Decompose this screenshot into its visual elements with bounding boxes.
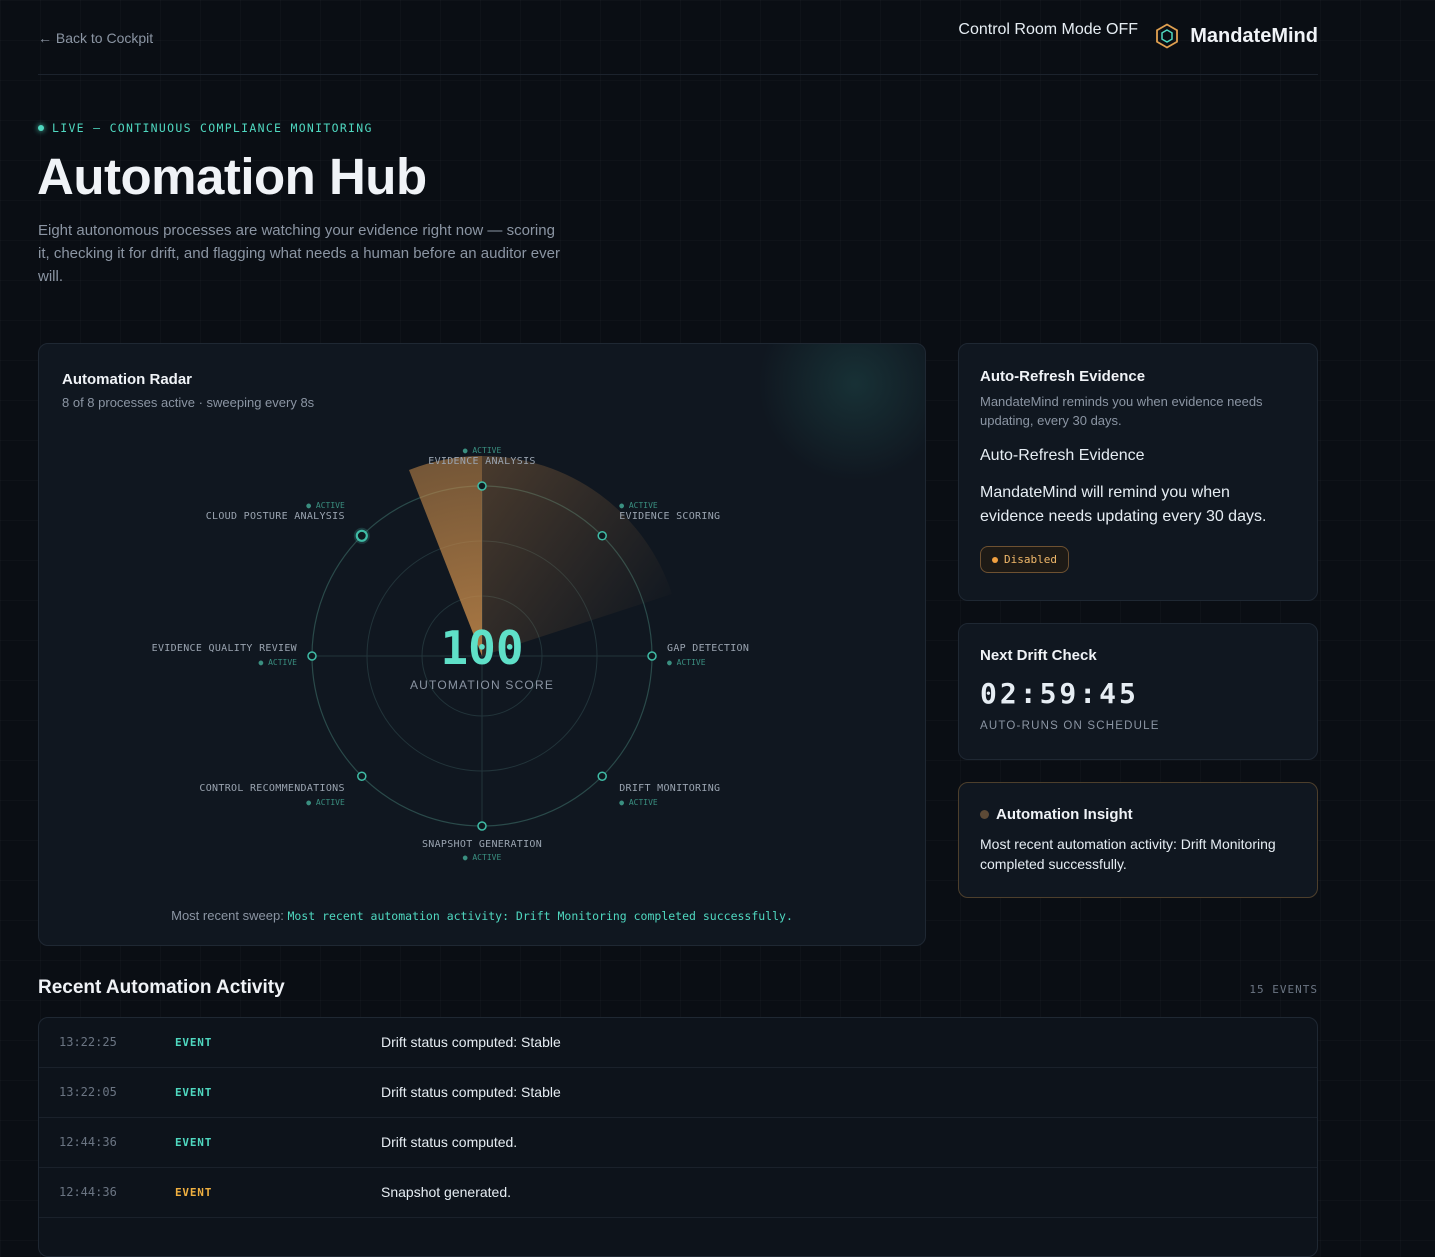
live-dot bbox=[38, 125, 44, 131]
auto-refresh-status-toggle[interactable]: Disabled bbox=[980, 546, 1069, 573]
next-drift-check-card: Next Drift Check 02:59:45 AUTO-RUNS ON S… bbox=[958, 623, 1318, 760]
control-room-mode-toggle[interactable]: Control Room Mode OFF bbox=[958, 21, 1138, 39]
process-status: ● ACTIVE bbox=[463, 853, 502, 862]
table-row[interactable]: 13:22:25 EVENT Drift status computed: St… bbox=[39, 1018, 1317, 1068]
auto-refresh-card: Auto-Refresh Evidence MandateMind remind… bbox=[958, 343, 1318, 601]
process-node-dot bbox=[647, 651, 657, 661]
status-dot bbox=[992, 556, 998, 563]
activity-count: 15 EVENTS bbox=[1249, 983, 1318, 996]
process-node-dot bbox=[597, 531, 607, 541]
drift-check-countdown: 02:59:45 bbox=[980, 677, 1139, 710]
auto-refresh-heading: Auto-Refresh Evidence bbox=[980, 447, 1145, 464]
process-node-dot bbox=[597, 771, 607, 781]
row-message: Snapshot generated. bbox=[381, 1184, 511, 1200]
drift-check-title: Next Drift Check bbox=[980, 647, 1097, 664]
row-message: Drift status computed: Stable bbox=[381, 1034, 561, 1050]
insight-dot bbox=[980, 810, 989, 819]
process-node-dot bbox=[357, 771, 367, 781]
table-row[interactable]: 12:44:36 EVENT Drift status computed. bbox=[39, 1118, 1317, 1168]
process-name: SNAPSHOT GENERATION bbox=[422, 839, 542, 850]
page-description: Eight autonomous processes are watching … bbox=[38, 222, 560, 285]
process-status: ● ACTIVE bbox=[619, 501, 658, 510]
process-status: ● ACTIVE bbox=[667, 658, 706, 667]
process-node[interactable]: DRIFT MONITORING ● ACTIVE bbox=[597, 771, 720, 807]
row-type: EVENT bbox=[175, 1086, 213, 1099]
activity-title: Recent Automation Activity bbox=[38, 977, 285, 998]
row-type: EVENT bbox=[175, 1036, 213, 1049]
auto-refresh-title: Auto-Refresh Evidence bbox=[980, 368, 1146, 385]
row-type: EVENT bbox=[175, 1136, 213, 1149]
drift-check-caption: AUTO-RUNS ON SCHEDULE bbox=[980, 720, 1160, 732]
process-node-dot bbox=[477, 821, 487, 831]
insight-body: Most recent automation activity: Drift M… bbox=[980, 836, 1276, 872]
auto-refresh-status: Disabled bbox=[1004, 553, 1057, 566]
process-name: GAP DETECTION bbox=[667, 643, 749, 654]
process-node[interactable]: GAP DETECTION ● ACTIVE bbox=[647, 643, 749, 667]
process-node[interactable]: SNAPSHOT GENERATION ● ACTIVE bbox=[422, 821, 542, 862]
back-to-cockpit-link[interactable]: ← Back to Cockpit bbox=[38, 30, 153, 46]
automation-insight-card: Automation Insight Most recent automatio… bbox=[958, 782, 1318, 898]
page-title: Automation Hub bbox=[37, 148, 427, 205]
live-indicator: LIVE — CONTINUOUS COMPLIANCE MONITORING bbox=[38, 121, 373, 135]
insight-header: Automation Insight bbox=[980, 806, 1296, 823]
radar-subtitle: 8 of 8 processes active · sweeping every… bbox=[62, 395, 315, 410]
row-time: 13:22:25 bbox=[59, 1035, 117, 1049]
process-name: EVIDENCE SCORING bbox=[619, 511, 720, 522]
hexagon-icon bbox=[1156, 23, 1179, 49]
process-status: ● ACTIVE bbox=[258, 658, 297, 667]
process-node-dot bbox=[307, 651, 317, 661]
table-row[interactable] bbox=[39, 1218, 1317, 1256]
activity-table: 13:22:25 EVENT Drift status computed: St… bbox=[38, 1017, 1318, 1257]
recent-sweep-text: Most recent automation activity: Drift M… bbox=[287, 909, 793, 923]
process-node[interactable]: CONTROL RECOMMENDATIONS ● ACTIVE bbox=[199, 771, 367, 807]
recent-sweep-prefix: Most recent sweep: bbox=[171, 908, 284, 923]
table-row[interactable]: 12:44:36 EVENT Snapshot generated. bbox=[39, 1168, 1317, 1218]
auto-refresh-subtitle: MandateMind reminds you when evidence ne… bbox=[980, 394, 1263, 428]
process-status: ● ACTIVE bbox=[463, 446, 502, 455]
radar-chart: EVIDENCE ANALYSIS● ACTIVEEVIDENCE SCORIN… bbox=[152, 446, 749, 862]
automation-score-label: AUTOMATION SCORE bbox=[410, 678, 554, 692]
row-type: EVENT bbox=[175, 1186, 213, 1199]
brand-name: MandateMind bbox=[1190, 24, 1318, 47]
process-node[interactable]: EVIDENCE QUALITY REVIEW ● ACTIVE bbox=[152, 643, 317, 667]
process-name: CLOUD POSTURE ANALYSIS bbox=[206, 511, 345, 522]
automation-score: 100 bbox=[440, 621, 523, 675]
auto-refresh-description: MandateMind will remind you when evidenc… bbox=[980, 484, 1267, 525]
process-node-dot bbox=[477, 481, 487, 491]
brand-logo[interactable]: MandateMind bbox=[1154, 23, 1318, 49]
row-time: 12:44:36 bbox=[59, 1185, 117, 1199]
process-status: ● ACTIVE bbox=[619, 798, 658, 807]
automation-radar-card: EVIDENCE ANALYSIS ● ACTIVE EVIDENCE SCORIN… bbox=[38, 343, 926, 946]
process-status: ● ACTIVE bbox=[306, 501, 345, 510]
process-node-dot bbox=[355, 529, 368, 542]
process-status: ● ACTIVE bbox=[306, 798, 345, 807]
insight-title: Automation Insight bbox=[996, 806, 1133, 823]
recent-sweep: Most recent sweep: Most recent automatio… bbox=[39, 908, 925, 923]
table-row[interactable]: 13:22:05 EVENT Drift status computed: St… bbox=[39, 1068, 1317, 1118]
process-name: EVIDENCE ANALYSIS bbox=[428, 456, 535, 467]
row-time: 12:44:36 bbox=[59, 1135, 117, 1149]
radar-title: Automation Radar bbox=[62, 371, 193, 388]
top-bar: ← Back to Cockpit Control Room Mode OFF … bbox=[38, 0, 1318, 75]
row-time: 13:22:05 bbox=[59, 1085, 117, 1099]
row-message: Drift status computed. bbox=[381, 1134, 518, 1150]
process-name: EVIDENCE QUALITY REVIEW bbox=[152, 643, 298, 654]
row-message: Drift status computed: Stable bbox=[381, 1084, 561, 1100]
live-label: LIVE — CONTINUOUS COMPLIANCE MONITORING bbox=[52, 121, 373, 135]
process-node[interactable]: CLOUD POSTURE ANALYSIS● ACTIVE bbox=[206, 501, 370, 544]
process-name: DRIFT MONITORING bbox=[619, 783, 720, 794]
process-name: CONTROL RECOMMENDATIONS bbox=[199, 783, 344, 794]
